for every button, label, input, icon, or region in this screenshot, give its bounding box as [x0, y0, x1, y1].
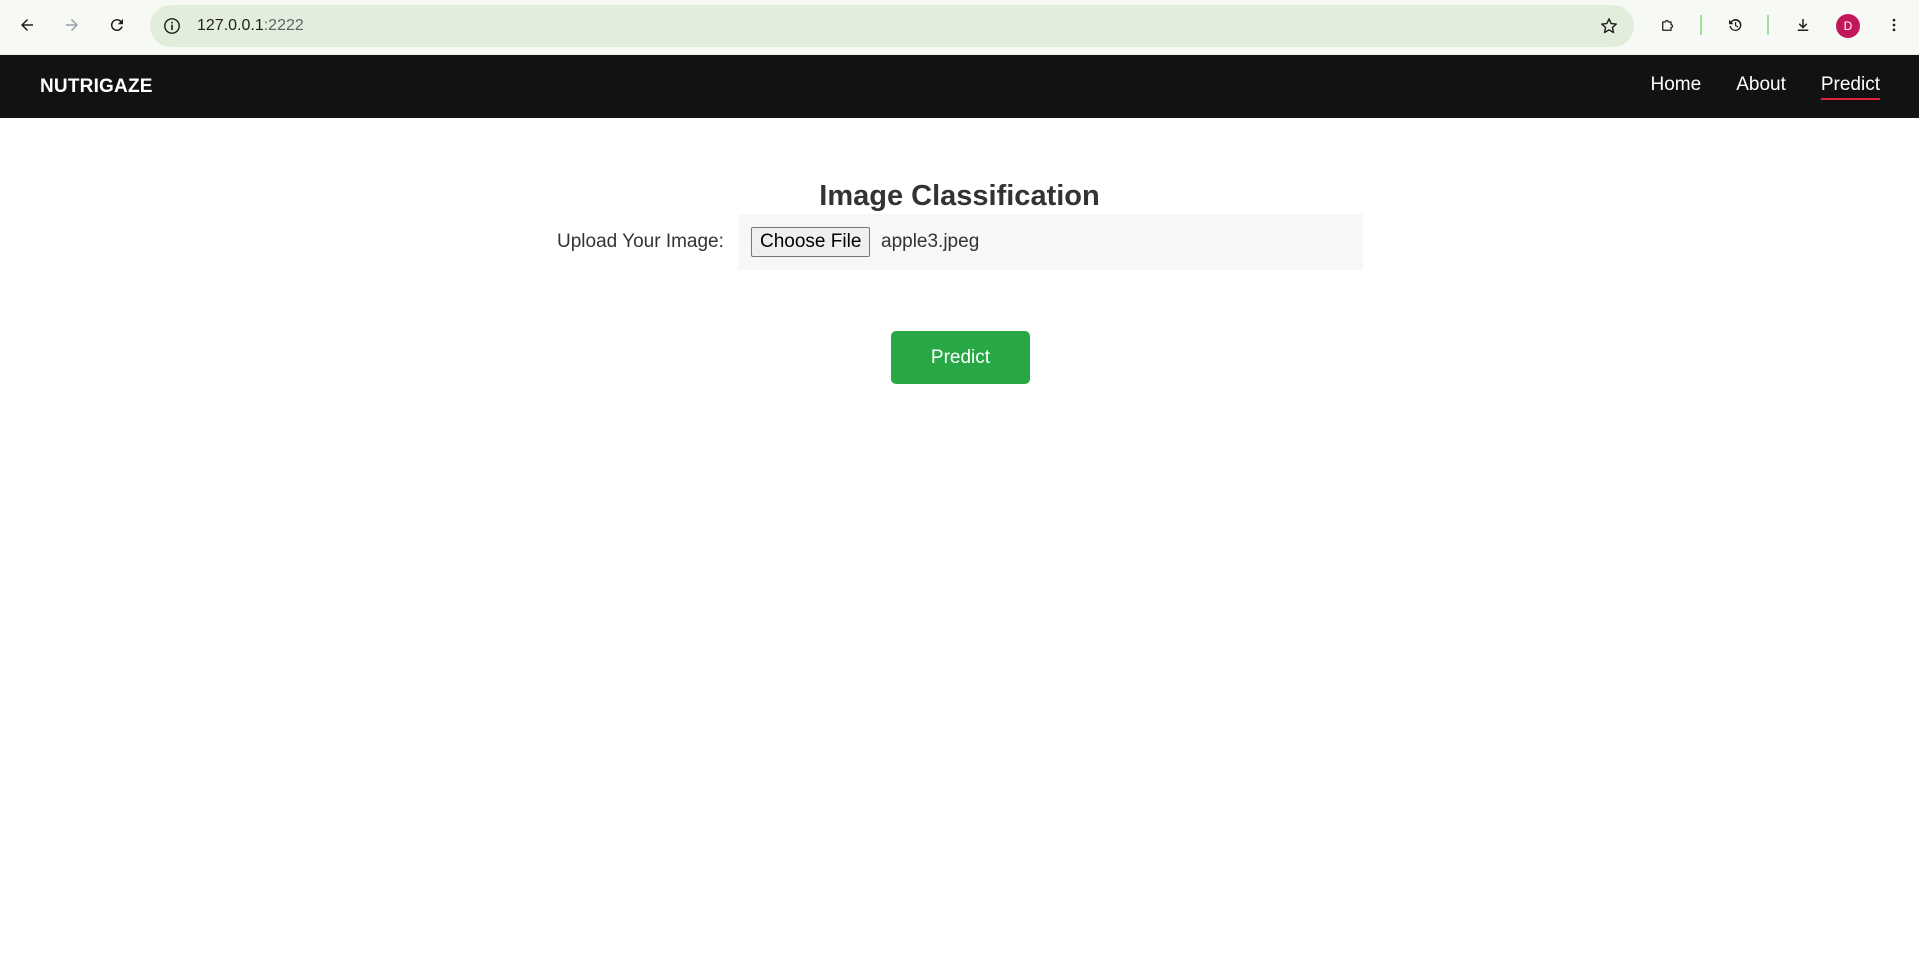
site-navbar: NUTRIGAZE Home About Predict — [0, 55, 1919, 118]
nav-link-predict[interactable]: Predict — [1820, 74, 1880, 100]
history-button[interactable] — [1720, 10, 1750, 40]
selected-file-name: apple3.jpeg — [881, 231, 980, 252]
toolbar-divider — [1767, 15, 1769, 35]
browser-menu-button[interactable] — [1879, 10, 1909, 40]
main-content: Image Classification Upload Your Image: … — [0, 118, 1919, 964]
url-text: 127.0.0.1:2222 — [197, 5, 304, 47]
address-bar[interactable]: 127.0.0.1:2222 — [150, 5, 1634, 47]
page-title: Image Classification — [819, 180, 1100, 212]
profile-avatar[interactable]: D — [1836, 14, 1860, 38]
browser-toolbar: 127.0.0.1:2222 D — [0, 0, 1919, 55]
site-info-icon[interactable] — [162, 16, 182, 36]
toolbar-divider — [1700, 15, 1702, 35]
choose-file-button[interactable]: Choose File — [751, 227, 871, 257]
url-port: :2222 — [263, 17, 304, 34]
more-vert-icon — [1892, 18, 1896, 32]
download-icon — [1797, 19, 1809, 31]
arrow-right-icon — [66, 19, 78, 31]
file-input[interactable]: Choose File apple3.jpeg — [738, 214, 1363, 270]
downloads-button[interactable] — [1788, 10, 1818, 40]
nav-link-home[interactable]: Home — [1651, 74, 1702, 100]
back-button[interactable] — [12, 10, 42, 40]
reload-icon — [110, 19, 123, 32]
predict-button[interactable]: Predict — [891, 331, 1030, 384]
bookmark-star-icon[interactable] — [1598, 15, 1620, 37]
extensions-button[interactable] — [1653, 10, 1683, 40]
url-host: 127.0.0.1 — [197, 17, 264, 34]
forward-button[interactable] — [57, 10, 87, 40]
history-icon — [1729, 19, 1742, 31]
brand-logo-text[interactable]: NUTRIGAZE — [40, 55, 153, 118]
nav-link-about[interactable]: About — [1736, 74, 1786, 100]
arrow-left-icon — [21, 19, 33, 31]
upload-row: Upload Your Image: Choose File apple3.jp… — [0, 214, 1919, 270]
reload-button[interactable] — [102, 10, 132, 40]
nav-links: Home About Predict — [1651, 55, 1880, 118]
puzzle-icon — [1662, 19, 1674, 31]
upload-label: Upload Your Image: — [557, 231, 724, 252]
